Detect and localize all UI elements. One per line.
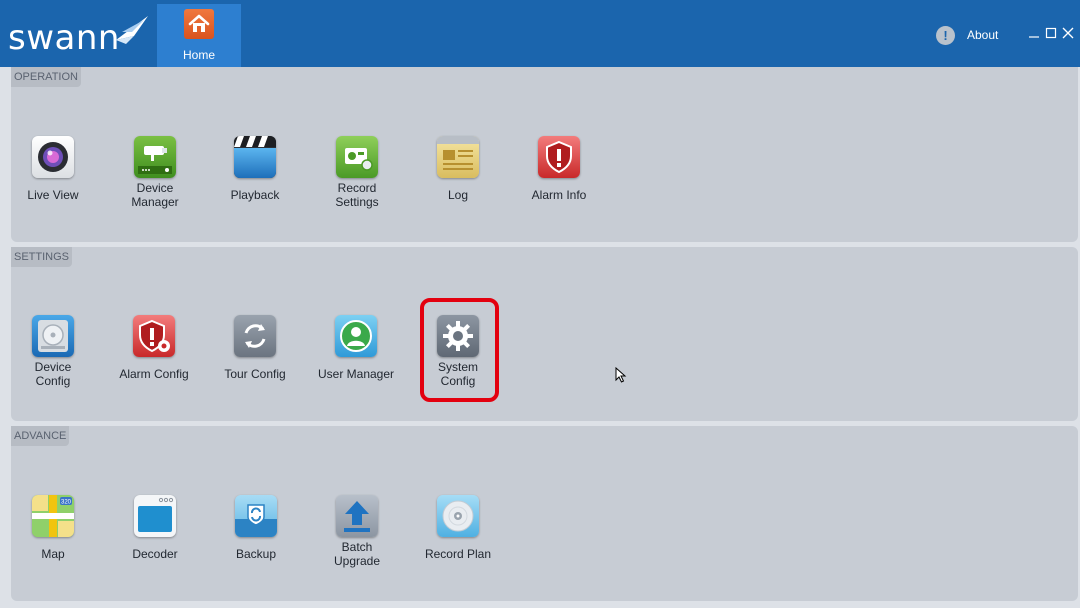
section-title-settings: SETTINGS bbox=[11, 247, 73, 267]
map-badge-text: 320 bbox=[61, 500, 72, 506]
highlight-box bbox=[420, 298, 499, 402]
top-bar: swann Home ! About bbox=[0, 0, 1080, 67]
tile-label: Map bbox=[41, 547, 65, 561]
tile-label: Live View bbox=[27, 188, 79, 202]
tile-label: Tour Config bbox=[224, 367, 286, 381]
tile-label: Batch Upgrade bbox=[301, 540, 413, 568]
alarm-shield-gear-icon bbox=[133, 315, 175, 357]
tile-label-line2: Settings bbox=[335, 194, 379, 209]
info-icon[interactable]: ! bbox=[936, 26, 955, 45]
tile-label: Backup bbox=[235, 547, 277, 561]
clapperboard-icon bbox=[234, 136, 276, 178]
tile-label: Record Settings bbox=[301, 181, 413, 209]
upload-arrow-icon bbox=[336, 495, 378, 537]
tile-label-line1: Device bbox=[136, 181, 174, 195]
tile-label-line1: Record bbox=[337, 181, 377, 195]
decoder-window-icon bbox=[134, 495, 176, 537]
recorder-gear-icon bbox=[336, 136, 378, 178]
section-title-advance: ADVANCE bbox=[11, 426, 70, 446]
tile-label: Device Manager bbox=[99, 181, 211, 209]
cctv-camera-icon bbox=[134, 136, 176, 178]
bird-logo-icon bbox=[116, 16, 148, 44]
refresh-cycle-icon bbox=[234, 315, 276, 357]
home-tab-label: Home bbox=[182, 48, 215, 62]
tile-label-line2: Config bbox=[35, 373, 71, 388]
tile-label: Alarm Config bbox=[119, 367, 189, 381]
tile-label-line1: Device bbox=[34, 360, 72, 374]
map-icon: 320 bbox=[32, 495, 74, 537]
brand-name: swann bbox=[8, 18, 120, 58]
tile-label-line2: Upgrade bbox=[333, 553, 381, 568]
hard-drive-icon bbox=[32, 315, 74, 357]
disc-icon bbox=[437, 495, 479, 537]
tile-label: Log bbox=[447, 188, 469, 202]
tile-label: User Manager bbox=[317, 367, 395, 381]
about-link[interactable]: About bbox=[967, 28, 998, 42]
user-icon bbox=[335, 315, 377, 357]
minimize-icon[interactable] bbox=[1027, 26, 1041, 40]
tile-label: Record Plan bbox=[424, 547, 492, 561]
alarm-shield-icon bbox=[538, 136, 580, 178]
backup-icon bbox=[235, 495, 277, 537]
section-title-operation: OPERATION bbox=[11, 67, 81, 87]
camera-lens-icon bbox=[32, 136, 74, 178]
maximize-icon[interactable] bbox=[1044, 26, 1058, 40]
log-sheet-icon bbox=[437, 136, 479, 178]
tile-label: Alarm Info bbox=[531, 188, 587, 202]
mouse-cursor-icon bbox=[615, 367, 627, 383]
tile-label: Device Config bbox=[0, 360, 109, 388]
tile-label: Playback bbox=[230, 188, 280, 202]
tile-label-line2: Manager bbox=[131, 194, 179, 209]
swann-logo: swann bbox=[8, 10, 158, 58]
tile-label: Decoder bbox=[132, 547, 178, 561]
tile-label-line1: Batch bbox=[341, 540, 373, 554]
home-tab[interactable]: Home bbox=[157, 4, 241, 67]
house-icon bbox=[184, 9, 214, 39]
close-icon[interactable] bbox=[1061, 26, 1075, 40]
